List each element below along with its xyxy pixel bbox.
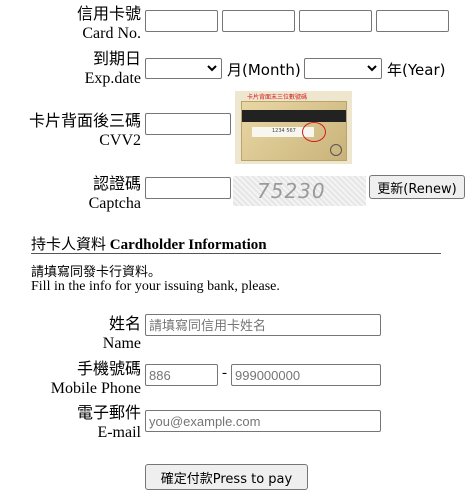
email-label: 電子郵件 E-mail (77, 403, 141, 443)
cardholder-section-title: 持卡人資料 Cardholder Information (31, 233, 267, 254)
card-no-label: 信用卡號 Card No. (77, 4, 141, 44)
captcha-label-en: Captcha (88, 195, 141, 212)
phone-number-input[interactable] (231, 364, 381, 386)
section-divider (31, 253, 441, 254)
name-input[interactable] (145, 314, 381, 336)
name-label-en: Name (102, 335, 141, 352)
magnetic-stripe (242, 110, 346, 122)
captcha-input[interactable] (145, 177, 231, 199)
cvv-label-zh: 卡片背面後三碼 (28, 111, 141, 130)
mobile-label: 手機號碼 Mobile Phone (51, 359, 141, 399)
instruction-zh: 請填寫同發卡行資料。 (31, 265, 162, 280)
mobile-label-zh: 手機號碼 (76, 359, 141, 378)
card-no-field-1[interactable] (145, 10, 218, 32)
email-input[interactable] (145, 410, 381, 432)
captcha-label: 認證碼 Captcha (89, 174, 141, 214)
chevron-down-icon (207, 65, 217, 72)
cvv-input[interactable] (145, 113, 231, 135)
month-select[interactable] (145, 58, 222, 79)
phone-country-code-input[interactable] (145, 364, 218, 386)
card-seal-icon (330, 144, 342, 156)
cvv-card-image: 卡片背面末三位數號碼 1234 567 (235, 91, 352, 164)
cvv-image-note: 卡片背面末三位數號碼 (247, 94, 308, 101)
email-label-zh: 電子郵件 (76, 403, 141, 422)
section-title-zh: 持卡人資料 (31, 235, 107, 253)
card-no-field-3[interactable] (299, 10, 372, 32)
card-no-label-zh: 信用卡號 (76, 4, 141, 23)
month-unit-label: 月(Month) (227, 61, 301, 79)
signature-panel-text: 1234 567 (272, 128, 296, 134)
captcha-code: 75230 (257, 179, 326, 203)
renew-captcha-button[interactable]: 更新(Renew) (369, 175, 465, 199)
cvv-label: 卡片背面後三碼 CVV2 (29, 111, 141, 151)
instruction-en: Fill in the info for your issuing bank, … (31, 279, 280, 294)
pay-submit-button[interactable]: 確定付款Press to pay (145, 464, 308, 490)
year-select[interactable] (304, 58, 382, 79)
captcha-image: 75230 (233, 176, 366, 206)
name-label: 姓名 Name (103, 314, 141, 354)
exp-date-label-en: Exp.date (84, 70, 141, 87)
card-back-graphic: 1234 567 (241, 101, 347, 161)
exp-date-label: 到期日 Exp.date (85, 49, 141, 89)
chevron-down-icon (367, 65, 377, 72)
exp-date-label-zh: 到期日 (92, 49, 141, 68)
card-no-field-2[interactable] (222, 10, 295, 32)
phone-separator: - (222, 365, 227, 381)
card-no-field-4[interactable] (376, 10, 449, 32)
year-unit-label: 年(Year) (387, 61, 446, 79)
cvv-label-en: CVV2 (99, 132, 141, 149)
card-no-label-en: Card No. (82, 25, 141, 42)
captcha-label-zh: 認證碼 (92, 174, 141, 193)
name-label-zh: 姓名 (108, 314, 141, 333)
cvv-highlight-circle (302, 122, 326, 142)
mobile-label-en: Mobile Phone (50, 380, 141, 397)
email-label-en: E-mail (97, 424, 141, 441)
section-title-en: Cardholder Information (109, 237, 267, 253)
